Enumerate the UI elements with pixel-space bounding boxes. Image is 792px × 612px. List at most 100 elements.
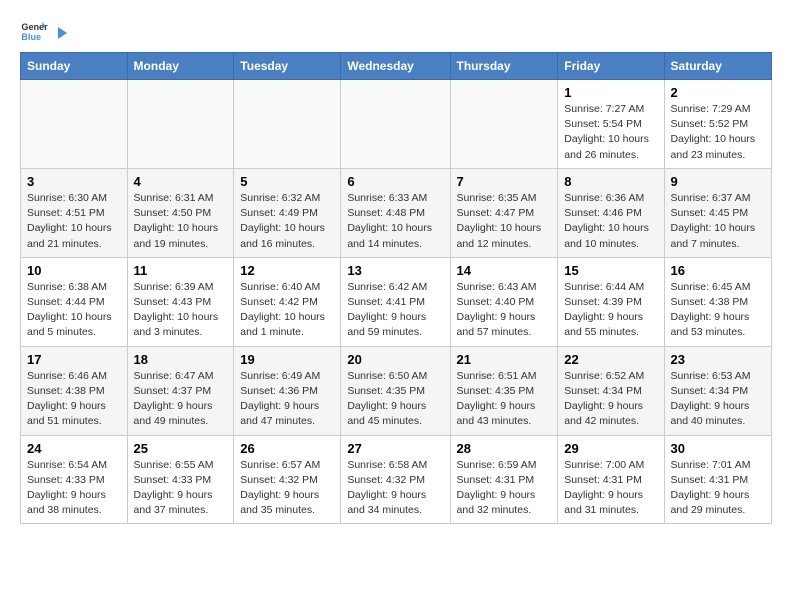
calendar-cell: 5 Sunrise: 6:32 AM Sunset: 4:49 PM Daylig… <box>234 168 341 257</box>
day-number: 3 <box>27 174 121 189</box>
calendar-cell <box>450 80 558 169</box>
calendar-cell: 18 Sunrise: 6:47 AM Sunset: 4:37 PM Dayli… <box>127 346 234 435</box>
calendar-cell <box>21 80 128 169</box>
calendar-cell: 12 Sunrise: 6:40 AM Sunset: 4:42 PM Dayli… <box>234 257 341 346</box>
day-number: 16 <box>671 263 765 278</box>
calendar-cell: 14 Sunrise: 6:43 AM Sunset: 4:40 PM Dayli… <box>450 257 558 346</box>
day-number: 4 <box>134 174 228 189</box>
calendar-cell: 8Sunrise: 6:36 AM Sunset: 4:46 PM Daylig… <box>558 168 664 257</box>
day-info: Sunrise: 6:31 AM Sunset: 4:50 PM Dayligh… <box>134 191 228 252</box>
day-number: 27 <box>347 441 443 456</box>
header-row: SundayMondayTuesdayWednesdayThursdayFrid… <box>21 53 772 80</box>
calendar-cell: 26Sunrise: 6:57 AM Sunset: 4:32 PM Dayli… <box>234 435 341 524</box>
calendar-cell: 19 Sunrise: 6:49 AM Sunset: 4:36 PM Dayli… <box>234 346 341 435</box>
svg-text:General: General <box>21 22 48 32</box>
calendar-cell: 27 Sunrise: 6:58 AM Sunset: 4:32 PM Dayli… <box>341 435 450 524</box>
day-number: 28 <box>457 441 552 456</box>
day-number: 12 <box>240 263 334 278</box>
day-number: 18 <box>134 352 228 367</box>
week-row-1: 1 Sunrise: 7:27 AM Sunset: 5:54 PM Daylig… <box>21 80 772 169</box>
day-info: Sunrise: 6:42 AM Sunset: 4:41 PM Dayligh… <box>347 280 443 341</box>
day-info: Sunrise: 7:01 AM Sunset: 4:31 PM Dayligh… <box>671 458 765 519</box>
day-info: Sunrise: 7:29 AM Sunset: 5:52 PM Dayligh… <box>671 102 765 163</box>
calendar-cell: 22 Sunrise: 6:52 AM Sunset: 4:34 PM Dayli… <box>558 346 664 435</box>
calendar-cell: 30 Sunrise: 7:01 AM Sunset: 4:31 PM Dayli… <box>664 435 771 524</box>
calendar-cell: 7 Sunrise: 6:35 AM Sunset: 4:47 PM Daylig… <box>450 168 558 257</box>
calendar-cell: 23Sunrise: 6:53 AM Sunset: 4:34 PM Dayli… <box>664 346 771 435</box>
day-info: Sunrise: 6:46 AM Sunset: 4:38 PM Dayligh… <box>27 369 121 430</box>
day-info: Sunrise: 6:38 AM Sunset: 4:44 PM Dayligh… <box>27 280 121 341</box>
calendar-cell <box>234 80 341 169</box>
calendar-cell: 4 Sunrise: 6:31 AM Sunset: 4:50 PM Daylig… <box>127 168 234 257</box>
day-number: 13 <box>347 263 443 278</box>
week-row-2: 3Sunrise: 6:30 AM Sunset: 4:51 PM Daylig… <box>21 168 772 257</box>
day-number: 15 <box>564 263 657 278</box>
day-info: Sunrise: 7:00 AM Sunset: 4:31 PM Dayligh… <box>564 458 657 519</box>
logo-arrow-icon <box>52 24 70 42</box>
day-info: Sunrise: 6:51 AM Sunset: 4:35 PM Dayligh… <box>457 369 552 430</box>
logo-icon: General Blue <box>20 16 48 44</box>
calendar-cell: 16Sunrise: 6:45 AM Sunset: 4:38 PM Dayli… <box>664 257 771 346</box>
column-header-sunday: Sunday <box>21 53 128 80</box>
week-row-4: 17 Sunrise: 6:46 AM Sunset: 4:38 PM Dayli… <box>21 346 772 435</box>
day-info: Sunrise: 6:35 AM Sunset: 4:47 PM Dayligh… <box>457 191 552 252</box>
calendar-cell: 20 Sunrise: 6:50 AM Sunset: 4:35 PM Dayli… <box>341 346 450 435</box>
calendar-cell: 11Sunrise: 6:39 AM Sunset: 4:43 PM Dayli… <box>127 257 234 346</box>
day-number: 20 <box>347 352 443 367</box>
day-info: Sunrise: 6:54 AM Sunset: 4:33 PM Dayligh… <box>27 458 121 519</box>
day-info: Sunrise: 6:33 AM Sunset: 4:48 PM Dayligh… <box>347 191 443 252</box>
day-info: Sunrise: 6:39 AM Sunset: 4:43 PM Dayligh… <box>134 280 228 341</box>
day-number: 7 <box>457 174 552 189</box>
day-info: Sunrise: 6:36 AM Sunset: 4:46 PM Dayligh… <box>564 191 657 252</box>
svg-text:Blue: Blue <box>21 32 41 42</box>
calendar-table: SundayMondayTuesdayWednesdayThursdayFrid… <box>20 52 772 524</box>
week-row-3: 10 Sunrise: 6:38 AM Sunset: 4:44 PM Dayli… <box>21 257 772 346</box>
day-info: Sunrise: 6:49 AM Sunset: 4:36 PM Dayligh… <box>240 369 334 430</box>
calendar-cell: 28 Sunrise: 6:59 AM Sunset: 4:31 PM Dayli… <box>450 435 558 524</box>
calendar-cell: 9 Sunrise: 6:37 AM Sunset: 4:45 PM Daylig… <box>664 168 771 257</box>
day-number: 5 <box>240 174 334 189</box>
day-info: Sunrise: 6:59 AM Sunset: 4:31 PM Dayligh… <box>457 458 552 519</box>
day-info: Sunrise: 6:52 AM Sunset: 4:34 PM Dayligh… <box>564 369 657 430</box>
day-number: 19 <box>240 352 334 367</box>
day-info: Sunrise: 7:27 AM Sunset: 5:54 PM Dayligh… <box>564 102 657 163</box>
column-header-wednesday: Wednesday <box>341 53 450 80</box>
day-number: 9 <box>671 174 765 189</box>
day-number: 24 <box>27 441 121 456</box>
logo: General Blue <box>20 16 70 44</box>
day-number: 25 <box>134 441 228 456</box>
day-number: 2 <box>671 85 765 100</box>
calendar-cell: 15 Sunrise: 6:44 AM Sunset: 4:39 PM Dayli… <box>558 257 664 346</box>
day-info: Sunrise: 6:53 AM Sunset: 4:34 PM Dayligh… <box>671 369 765 430</box>
column-header-thursday: Thursday <box>450 53 558 80</box>
day-number: 14 <box>457 263 552 278</box>
day-number: 29 <box>564 441 657 456</box>
day-number: 22 <box>564 352 657 367</box>
calendar-cell <box>127 80 234 169</box>
day-info: Sunrise: 6:58 AM Sunset: 4:32 PM Dayligh… <box>347 458 443 519</box>
column-header-monday: Monday <box>127 53 234 80</box>
day-number: 21 <box>457 352 552 367</box>
day-number: 17 <box>27 352 121 367</box>
day-info: Sunrise: 6:40 AM Sunset: 4:42 PM Dayligh… <box>240 280 334 341</box>
day-info: Sunrise: 6:50 AM Sunset: 4:35 PM Dayligh… <box>347 369 443 430</box>
day-info: Sunrise: 6:32 AM Sunset: 4:49 PM Dayligh… <box>240 191 334 252</box>
day-info: Sunrise: 6:44 AM Sunset: 4:39 PM Dayligh… <box>564 280 657 341</box>
calendar-cell: 13 Sunrise: 6:42 AM Sunset: 4:41 PM Dayli… <box>341 257 450 346</box>
day-info: Sunrise: 6:43 AM Sunset: 4:40 PM Dayligh… <box>457 280 552 341</box>
day-number: 1 <box>564 85 657 100</box>
calendar-cell: 2 Sunrise: 7:29 AM Sunset: 5:52 PM Daylig… <box>664 80 771 169</box>
calendar-cell: 6Sunrise: 6:33 AM Sunset: 4:48 PM Daylig… <box>341 168 450 257</box>
calendar-cell: 3Sunrise: 6:30 AM Sunset: 4:51 PM Daylig… <box>21 168 128 257</box>
calendar-cell: 29 Sunrise: 7:00 AM Sunset: 4:31 PM Dayli… <box>558 435 664 524</box>
day-info: Sunrise: 6:37 AM Sunset: 4:45 PM Dayligh… <box>671 191 765 252</box>
calendar-cell: 17 Sunrise: 6:46 AM Sunset: 4:38 PM Dayli… <box>21 346 128 435</box>
day-info: Sunrise: 6:47 AM Sunset: 4:37 PM Dayligh… <box>134 369 228 430</box>
day-info: Sunrise: 6:55 AM Sunset: 4:33 PM Dayligh… <box>134 458 228 519</box>
day-info: Sunrise: 6:57 AM Sunset: 4:32 PM Dayligh… <box>240 458 334 519</box>
day-number: 30 <box>671 441 765 456</box>
calendar-cell: 24 Sunrise: 6:54 AM Sunset: 4:33 PM Dayli… <box>21 435 128 524</box>
day-number: 10 <box>27 263 121 278</box>
header: General Blue <box>20 16 772 44</box>
calendar-cell: 10 Sunrise: 6:38 AM Sunset: 4:44 PM Dayli… <box>21 257 128 346</box>
